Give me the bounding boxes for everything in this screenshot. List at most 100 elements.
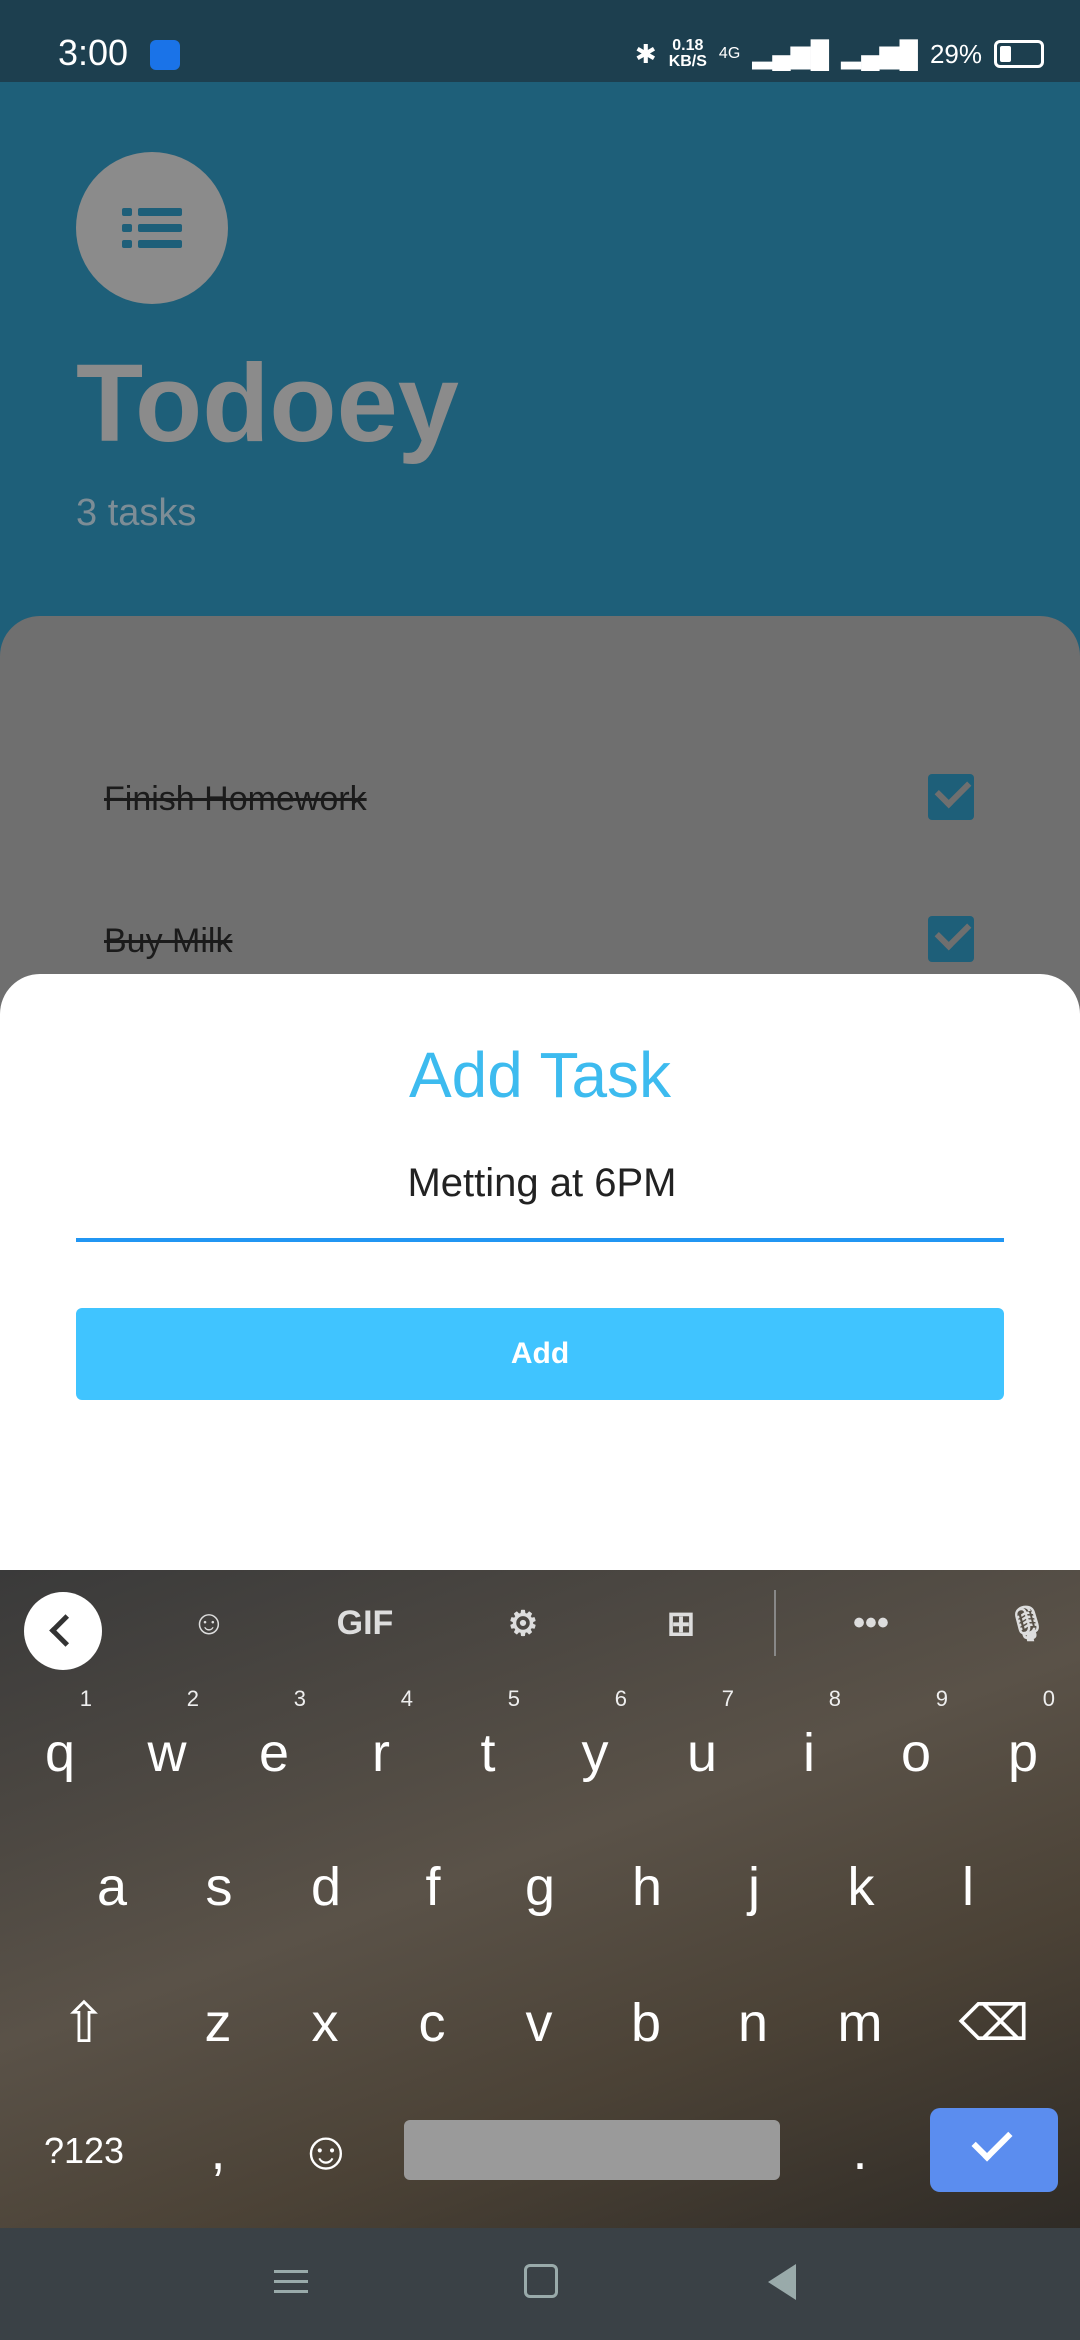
key-number-hint: 0 [1042, 1686, 1055, 1711]
key-b[interactable]: b [596, 1968, 696, 2078]
key-a[interactable]: a [62, 1832, 162, 1942]
key-row-2: asdfghjkl [0, 1832, 1080, 1942]
key-number-hint: 1 [79, 1686, 92, 1711]
key-p[interactable]: p0 [973, 1688, 1073, 1808]
check-icon [971, 2120, 1013, 2162]
sheet-title: Add Task [408, 1039, 672, 1111]
app-title: Todoey [76, 342, 459, 465]
signal-icon-2: ▂▄▆█ [841, 38, 918, 69]
key-c[interactable]: c [382, 1968, 482, 2078]
key-letter: u [686, 1723, 718, 1783]
comma-key[interactable]: , [168, 2096, 268, 2206]
task-row[interactable]: Finish Homework [104, 770, 974, 830]
network-speed-unit: KB/S [668, 53, 707, 70]
app-logo [76, 152, 228, 304]
android-app-icon [150, 40, 180, 70]
key-u[interactable]: u7 [652, 1688, 752, 1808]
key-q[interactable]: q1 [10, 1688, 110, 1808]
task-checkbox[interactable] [928, 771, 974, 820]
key-n[interactable]: n [703, 1968, 803, 2078]
task-input[interactable] [76, 1150, 1008, 1216]
key-z[interactable]: z [168, 1968, 268, 2078]
key-s[interactable]: s [169, 1832, 269, 1942]
key-row-3: ⇧ ⌫ zxcvbnm [0, 1968, 1080, 2078]
key-e[interactable]: e3 [224, 1688, 324, 1808]
key-i[interactable]: i8 [759, 1688, 859, 1808]
task-label: Buy Milk [104, 922, 233, 960]
translate-icon[interactable]: ⊞ [646, 1604, 716, 1644]
key-number-hint: 4 [400, 1686, 413, 1711]
key-d[interactable]: d [276, 1832, 376, 1942]
keyboard: ☺ GIF ⚙ ⊞ ••• 🎙 q1w2e3r4t5y6u7i8o9p0 asd… [0, 1570, 1080, 2230]
chevron-left-icon [49, 1614, 82, 1647]
key-x[interactable]: x [275, 1968, 375, 2078]
gif-button[interactable]: GIF [330, 1604, 400, 1643]
period-key[interactable]: . [810, 2096, 910, 2206]
task-label: Finish Homework [104, 780, 367, 818]
sticker-icon[interactable]: ☺ [174, 1604, 244, 1643]
list-icon [122, 208, 182, 248]
key-number-hint: 3 [293, 1686, 306, 1711]
key-number-hint: 2 [186, 1686, 199, 1711]
status-indicators: ✱ 0.18 KB/S 4G ▂▄▆█ ▂▄▆█ 29% [635, 34, 1044, 74]
gear-icon[interactable]: ⚙ [488, 1604, 558, 1644]
key-k[interactable]: k [811, 1832, 911, 1942]
status-bar: 3:00 ✱ 0.18 KB/S 4G ▂▄▆█ ▂▄▆█ 29% [0, 0, 1080, 82]
network-type: 4G [718, 45, 741, 62]
key-number-hint: 5 [507, 1686, 520, 1711]
status-time: 3:00 [58, 32, 129, 73]
key-j[interactable]: j [704, 1832, 804, 1942]
network-speed-value: 0.18 [672, 37, 704, 54]
check-icon [934, 771, 972, 809]
menu-nav-icon[interactable] [274, 2264, 314, 2304]
key-row-1: q1w2e3r4t5y6u7i8o9p0 [0, 1688, 1080, 1808]
key-f[interactable]: f [383, 1832, 483, 1942]
toolbar-divider [774, 1590, 776, 1656]
task-checkbox[interactable] [928, 913, 974, 962]
backspace-key[interactable]: ⌫ [944, 1968, 1044, 2078]
key-w[interactable]: w2 [117, 1688, 217, 1808]
key-g[interactable]: g [490, 1832, 590, 1942]
keyboard-toolbar: ☺ GIF ⚙ ⊞ ••• 🎙 [0, 1570, 1080, 1680]
keyboard-back-button[interactable] [24, 1592, 102, 1670]
add-button[interactable]: Add [76, 1308, 1004, 1400]
more-icon[interactable]: ••• [836, 1604, 906, 1643]
task-row[interactable]: Buy Milk [104, 912, 974, 972]
key-number-hint: 9 [935, 1686, 948, 1711]
key-number-hint: 6 [614, 1686, 627, 1711]
input-underline [76, 1238, 1004, 1242]
key-t[interactable]: t5 [438, 1688, 538, 1808]
check-icon [934, 913, 972, 951]
key-l[interactable]: l [918, 1832, 1018, 1942]
battery-icon [994, 40, 1044, 68]
space-key[interactable] [404, 2120, 780, 2180]
symbols-key[interactable]: ?123 [34, 2096, 134, 2206]
microphone-icon[interactable]: 🎙 [992, 1604, 1062, 1644]
add-task-sheet: Add Task Add [0, 974, 1080, 1574]
network-speed: 0.18 KB/S [669, 38, 707, 70]
home-nav-icon[interactable] [524, 2264, 558, 2298]
key-letter: o [900, 1723, 932, 1783]
key-v[interactable]: v [489, 1968, 589, 2078]
key-letter: w [147, 1723, 187, 1783]
key-number-hint: 7 [721, 1686, 734, 1711]
navigation-bar [0, 2228, 1080, 2340]
shift-key[interactable]: ⇧ [34, 1968, 134, 2078]
key-o[interactable]: o9 [866, 1688, 966, 1808]
key-letter: e [258, 1723, 290, 1783]
key-letter: r [372, 1723, 390, 1783]
key-r[interactable]: r4 [331, 1688, 431, 1808]
battery-percent: 29% [929, 38, 982, 69]
enter-key[interactable] [930, 2108, 1058, 2192]
key-number-hint: 8 [828, 1686, 841, 1711]
key-letter: p [1007, 1723, 1039, 1783]
key-h[interactable]: h [597, 1832, 697, 1942]
bluetooth-icon: ✱ [634, 38, 657, 69]
key-m[interactable]: m [810, 1968, 910, 2078]
emoji-key[interactable]: ☺ [276, 2096, 376, 2206]
key-letter: i [803, 1723, 815, 1783]
back-nav-icon[interactable] [768, 2264, 796, 2300]
key-y[interactable]: y6 [545, 1688, 645, 1808]
battery-fill [1000, 46, 1011, 62]
task-count: 3 tasks [76, 492, 197, 534]
